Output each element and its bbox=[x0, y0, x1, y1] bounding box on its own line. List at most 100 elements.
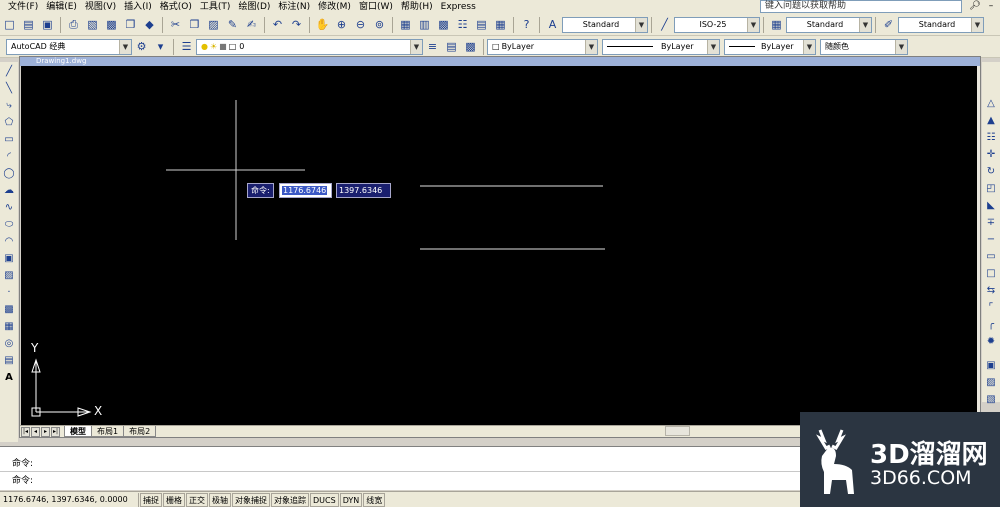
sheet-set-icon[interactable]: ☷ bbox=[454, 16, 471, 33]
make-block-icon[interactable]: ▨ bbox=[2, 269, 16, 283]
chamfer-icon[interactable]: ⌜ bbox=[984, 301, 998, 315]
array-icon[interactable]: ☷ bbox=[984, 131, 998, 145]
lineweight-select[interactable]: ByLayer ▼ bbox=[724, 38, 816, 55]
polar-toggle[interactable]: 极轴 bbox=[209, 492, 231, 507]
ellipse-icon[interactable]: ⬭ bbox=[2, 218, 16, 232]
stretch-icon[interactable]: ◣ bbox=[984, 199, 998, 213]
polygon-icon[interactable]: ⬠ bbox=[2, 116, 16, 130]
calculator-icon[interactable]: ▦ bbox=[492, 16, 509, 33]
extend-icon[interactable]: − bbox=[984, 233, 998, 247]
zoom-previous-icon[interactable]: ⊚ bbox=[371, 16, 388, 33]
construction-line-icon[interactable]: ╲ bbox=[2, 82, 16, 96]
move-icon[interactable]: ✛ bbox=[984, 148, 998, 162]
ellipse-arc-icon[interactable]: ◠ bbox=[2, 235, 16, 249]
workspace-settings-icon[interactable]: ⚙ bbox=[133, 38, 150, 55]
model-space-canvas[interactable]: Y X 命令: 1176.6746 1397.6346 bbox=[21, 66, 978, 426]
layer-select[interactable]: ● ☀ ■ □ 0 ▼ bbox=[196, 38, 423, 55]
block-editor-icon[interactable]: ✍ bbox=[243, 16, 260, 33]
minimize-icon[interactable]: – bbox=[984, 0, 998, 13]
revision-cloud-icon[interactable]: ☁ bbox=[2, 184, 16, 198]
help-icon[interactable]: ? bbox=[518, 16, 535, 33]
undo-icon[interactable]: ↶ bbox=[269, 16, 286, 33]
menu-insert[interactable]: 插入(I) bbox=[120, 0, 156, 14]
rectangle-icon[interactable]: ▭ bbox=[2, 133, 16, 147]
layer-previous-icon[interactable]: ▤ bbox=[443, 38, 460, 55]
circle-icon[interactable]: ◯ bbox=[2, 167, 16, 181]
menu-modify[interactable]: 修改(M) bbox=[314, 0, 355, 14]
plot-style-select[interactable]: 随颜色 ▼ bbox=[820, 38, 908, 55]
tool-palettes-icon[interactable]: ▩ bbox=[435, 16, 452, 33]
menu-window[interactable]: 窗口(W) bbox=[355, 0, 397, 14]
redo-icon[interactable]: ↷ bbox=[288, 16, 305, 33]
send-to-back-icon[interactable]: ▧ bbox=[984, 393, 998, 407]
menu-file[interactable]: 文件(F) bbox=[4, 0, 42, 14]
3d-icon[interactable]: ◆ bbox=[141, 16, 158, 33]
menu-view[interactable]: 视图(V) bbox=[81, 0, 120, 14]
properties-icon[interactable]: ▦ bbox=[397, 16, 414, 33]
first-tab-icon[interactable]: |◂ bbox=[21, 426, 30, 437]
bring-to-front-icon[interactable]: ▨ bbox=[984, 376, 998, 390]
new-icon[interactable]: □ bbox=[1, 16, 18, 33]
lineweight-toggle[interactable]: 线宽 bbox=[363, 492, 386, 507]
menu-format[interactable]: 格式(O) bbox=[156, 0, 196, 14]
line-icon[interactable]: ╱ bbox=[2, 65, 16, 79]
multiline-text-icon[interactable]: A bbox=[2, 371, 16, 385]
next-tab-icon[interactable]: ▸ bbox=[41, 426, 50, 437]
copy-icon[interactable]: ❐ bbox=[186, 16, 203, 33]
offset-icon[interactable]: ▲ bbox=[984, 114, 998, 128]
last-tab-icon[interactable]: ▸| bbox=[51, 426, 60, 437]
save-icon[interactable]: ▣ bbox=[39, 16, 56, 33]
dyn-toggle[interactable]: DYN bbox=[339, 492, 363, 507]
customize-icon[interactable]: ▾ bbox=[152, 38, 169, 55]
zoom-window-icon[interactable]: ⊖ bbox=[352, 16, 369, 33]
arc-icon[interactable]: ◜ bbox=[2, 150, 16, 164]
tab-layout1[interactable]: 布局1 bbox=[91, 426, 125, 437]
coordinate-readout[interactable]: 1176.6746, 1397.6346, 0.0000 bbox=[0, 492, 139, 507]
trim-icon[interactable]: ∓ bbox=[984, 216, 998, 230]
scale-icon[interactable]: ◰ bbox=[984, 182, 998, 196]
spline-icon[interactable]: ∿ bbox=[2, 201, 16, 215]
layer-states-icon[interactable]: ▩ bbox=[462, 38, 479, 55]
join-icon[interactable]: ⇆ bbox=[984, 284, 998, 298]
table-icon[interactable]: ▤ bbox=[2, 354, 16, 368]
break-icon[interactable]: ▭ bbox=[984, 250, 998, 264]
preview-icon[interactable]: ▧ bbox=[84, 16, 101, 33]
vertical-scrollbar[interactable] bbox=[977, 66, 980, 426]
plot-icon[interactable]: ❐ bbox=[122, 16, 139, 33]
otrack-toggle[interactable]: 对象追踪 bbox=[271, 492, 309, 507]
open-icon[interactable]: ▤ bbox=[20, 16, 37, 33]
markup-icon[interactable]: ▤ bbox=[473, 16, 490, 33]
menu-dimension[interactable]: 标注(N) bbox=[274, 0, 314, 14]
tab-layout2[interactable]: 布局2 bbox=[123, 426, 157, 437]
dynamic-input-y-field[interactable]: 1397.6346 bbox=[336, 183, 391, 198]
linetype-select[interactable]: ByLayer ▼ bbox=[602, 38, 720, 55]
table-style-select[interactable]: Standard ▼ bbox=[786, 16, 872, 33]
cut-icon[interactable]: ✂ bbox=[167, 16, 184, 33]
dim-style-select[interactable]: ISO-25 ▼ bbox=[674, 16, 760, 33]
menu-help[interactable]: 帮助(H) bbox=[397, 0, 437, 14]
gradient-icon[interactable]: ▦ bbox=[2, 320, 16, 334]
tab-model[interactable]: 模型 bbox=[64, 426, 92, 437]
menu-tools[interactable]: 工具(T) bbox=[196, 0, 235, 14]
menu-draw[interactable]: 绘图(D) bbox=[234, 0, 274, 14]
make-current-layer-icon[interactable]: ≡ bbox=[424, 38, 441, 55]
menu-edit[interactable]: 编辑(E) bbox=[42, 0, 81, 14]
menu-express[interactable]: Express bbox=[437, 0, 480, 14]
publish-icon[interactable]: ▩ bbox=[103, 16, 120, 33]
horizontal-scrollbar-thumb[interactable] bbox=[665, 426, 690, 436]
draw-order-icon[interactable]: ▣ bbox=[984, 359, 998, 373]
match-properties-icon[interactable]: ✎ bbox=[224, 16, 241, 33]
print-icon[interactable]: ⎙ bbox=[65, 16, 82, 33]
rotate-icon[interactable]: ↻ bbox=[984, 165, 998, 179]
pan-icon[interactable]: ✋ bbox=[314, 16, 331, 33]
ducs-toggle[interactable]: DUCS bbox=[310, 492, 339, 507]
text-style-select[interactable]: Standard ▼ bbox=[562, 16, 648, 33]
design-center-icon[interactable]: ▥ bbox=[416, 16, 433, 33]
insert-block-icon[interactable]: ▣ bbox=[2, 252, 16, 266]
ortho-toggle[interactable]: 正交 bbox=[186, 492, 208, 507]
explode-icon[interactable]: ✹ bbox=[984, 335, 998, 349]
zoom-realtime-icon[interactable]: ⊕ bbox=[333, 16, 350, 33]
fillet-icon[interactable]: ╭ bbox=[984, 318, 998, 332]
layer-manager-icon[interactable]: ☰ bbox=[178, 38, 195, 55]
help-search-input[interactable]: 键入问题以获取帮助 bbox=[760, 0, 962, 13]
